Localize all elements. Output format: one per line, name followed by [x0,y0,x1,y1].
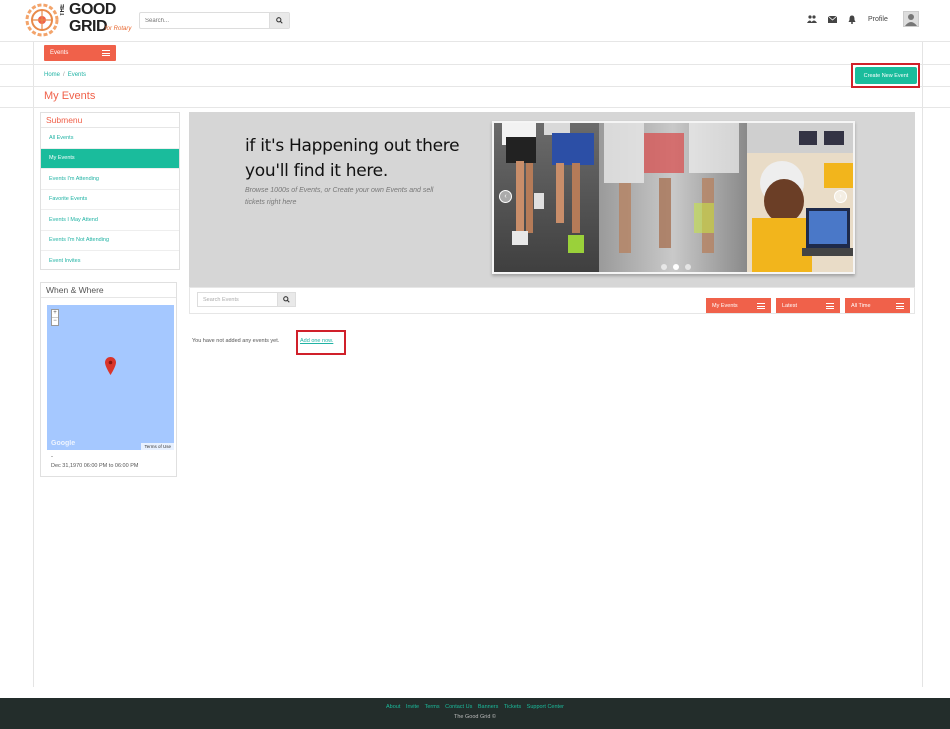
sidebar-item-favorite[interactable]: Favorite Events [41,190,179,210]
breadcrumb-separator: / [63,72,65,78]
google-logo: Google [51,440,76,447]
filter-time-dropdown[interactable]: All Time [845,298,910,313]
map-pin-icon[interactable] [105,357,116,375]
bell-icon[interactable] [847,14,857,24]
header-divider [0,41,950,42]
user-silhouette-icon [905,14,917,26]
banner-carousel[interactable] [492,121,855,274]
breadcrumb-current[interactable]: Events [68,72,86,78]
breadcrumb-home[interactable]: Home [44,72,60,78]
event-search-input[interactable]: Search Events [203,297,239,303]
map-terms-link[interactable]: Terms of Use [141,443,174,450]
logo-the: THE [60,4,66,16]
footer: About Invite Terms Contact Us Banners Ti… [0,698,950,729]
content-frame-left [33,41,34,687]
map-zoom-in-button[interactable]: + [52,310,58,317]
global-search-input[interactable] [140,13,268,28]
filter-scope-label: My Events [712,302,738,309]
global-search [139,12,290,29]
sidebar-item-my-events[interactable]: My Events [41,148,179,169]
empty-state-message: You have not added any events yet. [192,338,280,344]
search-icon [283,296,290,303]
menu-icon [757,302,765,309]
carousel-dot-2[interactable] [673,264,679,270]
when-where-title: When & Where [41,283,176,298]
footer-copyright: The Good Grid © [454,714,496,720]
footer-link-tickets[interactable]: Tickets [504,704,521,710]
menu-icon [102,50,110,56]
banner-headline-1: if it's Happening out there [245,136,460,156]
breadcrumb-divider [0,86,950,87]
breadcrumb: Home / Events [44,72,86,78]
groups-icon[interactable] [807,14,817,24]
when-where-panel: When & Where + − Google Terms of Use - D… [40,282,177,477]
sidebar-item-invites[interactable]: Event Invites [41,251,179,272]
menu-icon [826,302,834,309]
nav-divider [0,64,950,65]
logo-grid: GRID [69,18,108,35]
filter-sort-label: Latest [782,302,797,309]
page-title: My Events [44,90,96,102]
event-search-button[interactable] [277,293,295,306]
banner-subtext: Browse 1000s of Events, or Create your o… [245,187,434,206]
event-date: Dec 31,1970 06:00 PM to 06:00 PM [51,463,139,469]
footer-link-banners[interactable]: Banners [478,704,499,710]
logo-tagline: for Rotary [105,26,132,32]
carousel-prev-button[interactable]: ‹ [499,190,512,203]
sidebar-item-all-events[interactable]: All Events [41,128,179,149]
sidebar-item-may-attend[interactable]: Events I May Attend [41,210,179,231]
footer-links: About Invite Terms Contact Us Banners Ti… [0,704,950,710]
events-menu-label: Events [50,50,69,56]
carousel-dot-3[interactable] [685,264,691,270]
carousel-next-button[interactable]: › [834,190,847,203]
avatar[interactable] [903,11,919,27]
banner-headline-2: you'll find it here. [245,161,388,181]
create-button-highlight [851,63,920,88]
search-icon [276,17,283,24]
content-frame-right [922,41,923,687]
submenu-panel: Submenu All Events My Events Events I'm … [40,112,180,270]
events-menu-button[interactable]: Events [44,45,116,61]
footer-link-terms[interactable]: Terms [425,704,440,710]
search-button[interactable] [269,13,289,28]
footer-link-about[interactable]: About [386,704,400,710]
profile-link[interactable]: Profile [868,16,888,23]
carousel-dot-1[interactable] [661,264,667,270]
good-grid-logo[interactable]: THE GOOD GRID for Rotary [24,1,136,38]
logo-good: GOOD [69,1,116,18]
footer-link-invite[interactable]: Invite [406,704,419,710]
submenu-title: Submenu [41,113,179,128]
sidebar-item-attending[interactable]: Events I'm Attending [41,169,179,190]
rotary-wheel-icon [25,3,59,37]
sidebar-item-not-attending[interactable]: Events I'm Not Attending [41,231,179,251]
title-divider [0,107,950,108]
event-search[interactable]: Search Events [197,292,296,307]
carousel-photo [494,123,853,272]
map-zoom-control: + − [51,309,59,326]
menu-icon [896,302,904,309]
event-location: - [51,454,53,460]
location-map[interactable]: + − Google Terms of Use [47,305,174,450]
filter-sort-dropdown[interactable]: Latest [776,298,840,313]
map-zoom-out-button[interactable]: − [52,317,58,325]
footer-link-support[interactable]: Support Center [527,704,564,710]
mail-icon[interactable] [827,14,837,24]
add-link-highlight [296,330,346,355]
filter-time-label: All Time [851,302,871,309]
footer-link-contact[interactable]: Contact Us [445,704,472,710]
filter-scope-dropdown[interactable]: My Events [706,298,771,313]
